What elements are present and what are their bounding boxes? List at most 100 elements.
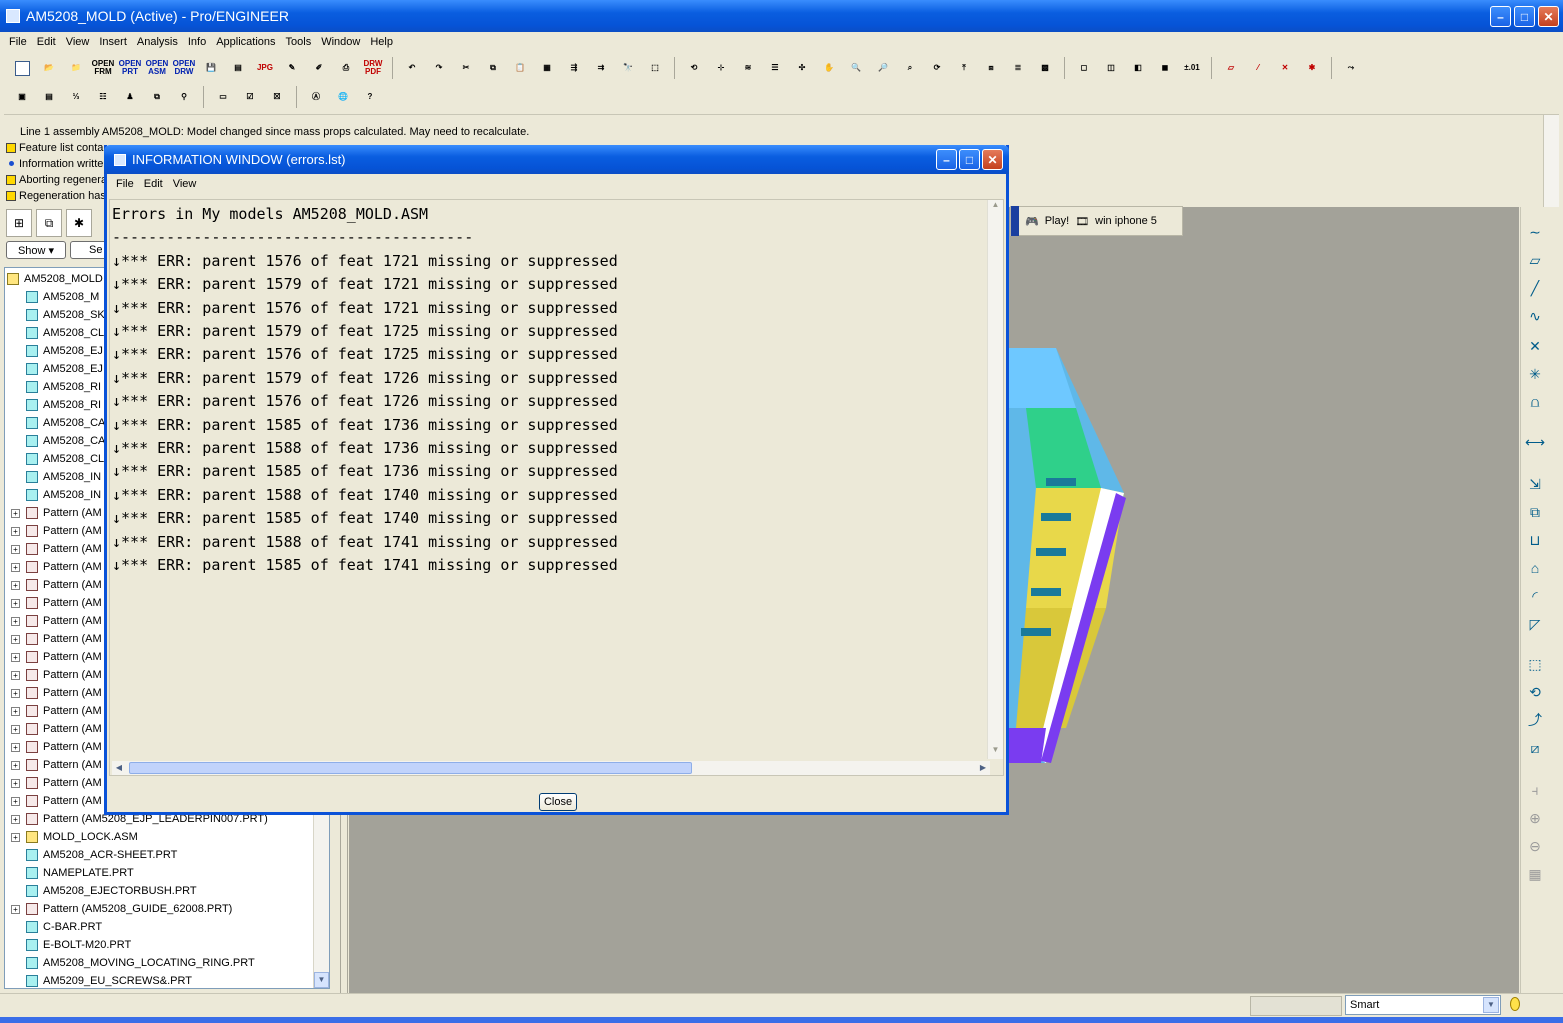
datum-plane-display-icon[interactable]: ▱ (1219, 56, 1243, 80)
window-check-icon[interactable]: ☑ (238, 85, 262, 109)
jpg-export-button[interactable]: JPG (253, 56, 277, 80)
tree-item[interactable]: AM5208_EJECTORBUSH.PRT (11, 882, 197, 900)
minimize-button[interactable]: – (1490, 6, 1511, 27)
tree-item[interactable]: + Pattern (AM (11, 702, 102, 720)
expand-icon[interactable]: + (11, 670, 20, 680)
menu-window[interactable]: Window (316, 36, 365, 48)
info-minimize-button[interactable]: – (936, 149, 957, 170)
expand-icon[interactable]: + (11, 616, 20, 626)
tree-item[interactable]: + Pattern (AM (11, 630, 102, 648)
assemble-component-icon[interactable]: ⇲ (1523, 473, 1547, 495)
copy-from-icon[interactable]: ⧉ (145, 85, 169, 109)
menu-tools[interactable]: Tools (281, 36, 317, 48)
expand-icon[interactable]: + (11, 904, 20, 914)
mirror-icon[interactable]: ⫞ (1523, 779, 1547, 801)
model-tree-icon[interactable]: ☰ (763, 56, 787, 80)
scroll-left-icon[interactable]: ◀ (112, 761, 126, 775)
pattern-icon[interactable]: ▦ (1523, 863, 1547, 885)
message-scrollbar[interactable] (1543, 115, 1559, 207)
expand-icon[interactable]: + (11, 760, 20, 770)
tree-item[interactable]: + Pattern (AM (11, 720, 102, 738)
expand-icon[interactable]: + (11, 562, 20, 572)
info-close-button[interactable]: ✕ (982, 149, 1003, 170)
menu-applications[interactable]: Applications (211, 36, 280, 48)
tolerance-button[interactable]: ±.01 (1180, 56, 1204, 80)
bill-of-materials-icon[interactable]: ☷ (91, 85, 115, 109)
relations-icon[interactable]: ▤ (37, 85, 61, 109)
shell-icon[interactable]: ⌂ (1523, 557, 1547, 579)
refit-icon[interactable]: ⌕ (898, 56, 922, 80)
expand-icon[interactable]: + (11, 688, 20, 698)
tree-item[interactable]: + Pattern (AM (11, 792, 102, 810)
expand-icon[interactable]: + (11, 634, 20, 644)
layer-tree-icon[interactable]: ≣ (1006, 56, 1030, 80)
close-info-button[interactable]: Close (539, 793, 577, 811)
print-icon[interactable]: ⎙ (334, 56, 358, 80)
family-table-icon[interactable]: ♟ (118, 85, 142, 109)
hidden-line-icon[interactable]: ◫ (1099, 56, 1123, 80)
mold-model-3d[interactable] (1006, 348, 1126, 768)
expand-icon[interactable]: + (11, 832, 20, 842)
main-title-bar[interactable]: AM5208_MOLD (Active) - Pro/ENGINEER – □ … (0, 0, 1563, 32)
sketched-curve-icon[interactable]: ∼ (1523, 221, 1547, 243)
menu-file[interactable]: File (4, 36, 32, 48)
expand-icon[interactable]: + (11, 598, 20, 608)
pan-hand-icon[interactable]: ✋ (817, 56, 841, 80)
redo-icon[interactable]: ↷ (427, 56, 451, 80)
video-link[interactable]: win iphone 5 (1095, 215, 1157, 227)
info-menu-edit[interactable]: Edit (139, 178, 168, 190)
saved-views-icon[interactable]: ⤒ (952, 56, 976, 80)
trim-icon[interactable]: ⊖ (1523, 835, 1547, 857)
find-icon[interactable]: 🔭 (616, 56, 640, 80)
tree-item[interactable]: AM5208_IN (11, 486, 101, 504)
tree-item[interactable]: AM5208_SK (11, 306, 105, 324)
copy-icon[interactable]: ⧉ (481, 56, 505, 80)
open-folder-icon[interactable]: 📂 (37, 56, 61, 80)
blend-icon[interactable]: ⧄ (1523, 737, 1547, 759)
tree-item[interactable]: + MOLD_LOCK.ASM (11, 828, 138, 846)
tree-item[interactable]: + Pattern (AM (11, 774, 102, 792)
datum-axis-icon[interactable]: ╱ (1523, 277, 1547, 299)
information-window-title-bar[interactable]: INFORMATION WINDOW (errors.lst) – □ ✕ (104, 145, 1009, 174)
menu-info[interactable]: Info (183, 36, 211, 48)
context-help-icon[interactable]: ? (358, 85, 382, 109)
menu-help[interactable]: Help (365, 36, 398, 48)
datum-point-icon[interactable]: ✕ (1523, 335, 1547, 357)
error-log-vscrollbar[interactable]: ▲ ▼ (987, 200, 1003, 759)
spin-center-icon[interactable]: ✣ (790, 56, 814, 80)
scroll-right-icon[interactable]: ▶ (976, 761, 990, 775)
tree-item[interactable]: + Pattern (AM (11, 558, 102, 576)
repaint-icon[interactable]: ⟲ (682, 56, 706, 80)
paste-special-icon[interactable]: ▦ (535, 56, 559, 80)
maximize-button[interactable]: □ (1514, 6, 1535, 27)
regenerate-manager-icon[interactable]: ⇉ (589, 56, 613, 80)
tree-item[interactable]: AM5208_CL (11, 324, 104, 342)
tree-item[interactable]: + Pattern (AM (11, 666, 102, 684)
expand-icon[interactable]: + (11, 742, 20, 752)
no-hidden-icon[interactable]: ◧ (1126, 56, 1150, 80)
layers-icon[interactable]: ≋ (736, 56, 760, 80)
csys-display-icon[interactable]: ✱ (1300, 56, 1324, 80)
select-box-icon[interactable]: ⬚ (643, 56, 667, 80)
edit-doc-icon[interactable]: ✎ (280, 56, 304, 80)
tree-item[interactable]: + Pattern (AM (11, 576, 102, 594)
tree-item[interactable]: AM5208_IN (11, 468, 101, 486)
tab-folder-browser[interactable]: ⧉ (36, 209, 62, 237)
menu-analysis[interactable]: Analysis (132, 36, 183, 48)
merge-icon[interactable]: ⊕ (1523, 807, 1547, 829)
tree-item[interactable]: + Pattern (AM (11, 540, 102, 558)
tree-item[interactable]: AM5208_RI (11, 378, 101, 396)
open-asm-button[interactable]: OPEN ASM (145, 56, 169, 80)
menu-insert[interactable]: Insert (94, 36, 132, 48)
expand-icon[interactable]: + (11, 814, 20, 824)
tab-model-tree[interactable]: ⊞ (6, 209, 32, 237)
open-frm-button[interactable]: OPEN FRM (91, 56, 115, 80)
round-icon[interactable]: ◜ (1523, 585, 1547, 607)
chevron-down-icon[interactable]: ▼ (1483, 997, 1499, 1013)
menu-view[interactable]: View (61, 36, 95, 48)
tree-item[interactable]: AM5208_ACR-SHEET.PRT (11, 846, 177, 864)
reorient-icon[interactable]: ⟳ (925, 56, 949, 80)
save-icon[interactable]: 💾 (199, 56, 223, 80)
scroll-up-icon[interactable]: ▲ (988, 200, 1003, 214)
shading-icon[interactable]: ◼ (1153, 56, 1177, 80)
